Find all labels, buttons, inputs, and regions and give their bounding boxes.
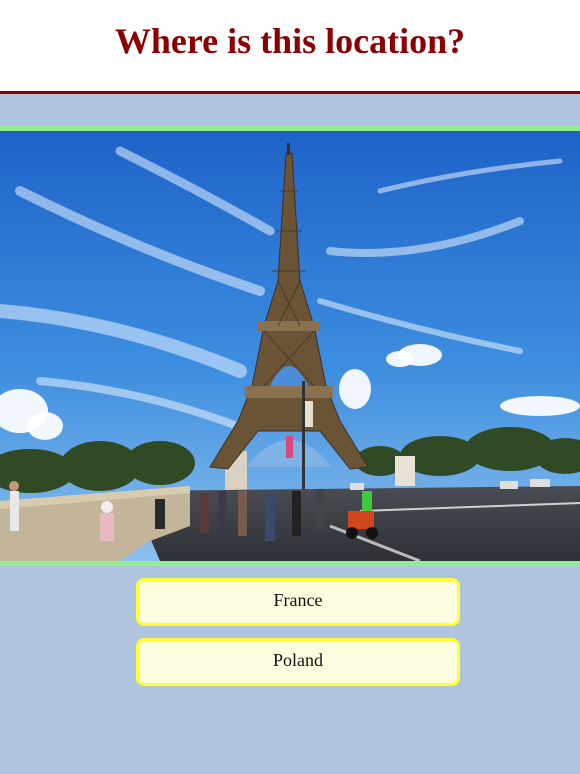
location-photo (0, 126, 580, 566)
answer-button-poland[interactable]: Poland (136, 638, 460, 686)
eiffel-tower-photo (0, 131, 580, 561)
page-title: Where is this location? (114, 21, 466, 61)
answer-button-france[interactable]: France (136, 578, 460, 626)
header: Where is this location? (0, 0, 580, 94)
